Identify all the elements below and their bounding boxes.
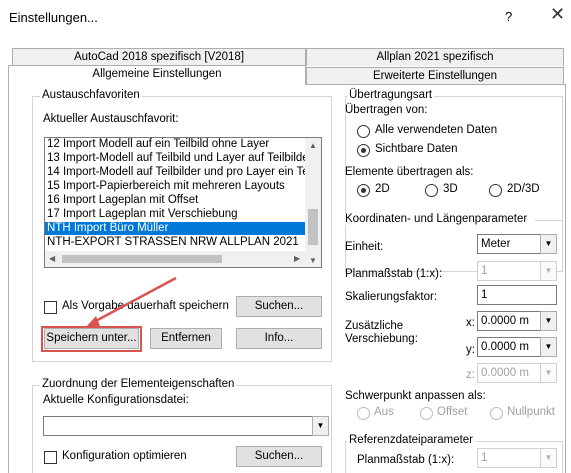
unit-label: Einheit:: [345, 241, 384, 253]
scale-value: 1: [481, 265, 488, 277]
unit-dropdown[interactable]: Meter ▼: [477, 234, 557, 254]
radio-visible-data-label: Sichtbare Daten: [375, 143, 458, 155]
radio-3d-label: 3D: [443, 183, 458, 195]
chevron-down-icon[interactable]: ▼: [540, 234, 557, 254]
z-shift-value: 0.0000 m: [481, 367, 529, 379]
radio-2d[interactable]: [357, 184, 370, 197]
radio-centroid-zero-label: Nullpunkt: [507, 406, 555, 418]
radio-centroid-off: [357, 407, 370, 420]
y-shift-input[interactable]: 0.0000 m ▼: [477, 337, 557, 357]
chevron-down-icon[interactable]: ▼: [312, 416, 329, 436]
koordinaten-divider: [535, 220, 563, 221]
factor-label: Skalierungsfaktor:: [345, 291, 438, 303]
centroid-label: Schwerpunkt anpassen als:: [345, 390, 486, 402]
koordinaten-title: Koordinaten- und Längenparameter: [343, 213, 530, 225]
shift-label: Zusätzliche Verschiebung:: [345, 320, 418, 345]
x-label: x:: [466, 317, 475, 329]
z-label: z:: [466, 369, 475, 381]
optimize-config-label: Konfiguration optimieren: [62, 450, 187, 462]
scale-dropdown: 1 ▼: [477, 261, 557, 281]
ref-scale-label: Planmaßstab (1:x):: [357, 454, 455, 466]
radio-2d3d-label: 2D/3D: [507, 183, 540, 195]
ref-scale-dropdown: 1 ▼: [477, 448, 557, 468]
radio-centroid-offset-label: Offset: [437, 406, 468, 418]
radio-centroid-zero: [490, 407, 503, 420]
transfer-from-label: Übertragen von:: [345, 104, 428, 116]
radio-2d3d[interactable]: [489, 184, 502, 197]
chevron-down-icon: ▼: [540, 448, 557, 468]
config-file-label: Aktuelle Konfigurationsdatei:: [43, 394, 189, 406]
elements-as-label: Elemente übertragen als:: [345, 166, 474, 178]
radio-3d[interactable]: [425, 184, 438, 197]
ref-scale-value: 1: [481, 452, 488, 464]
scale-label: Planmaßstab (1:x):: [345, 268, 443, 280]
tab-allgemeine-einstellungen[interactable]: Allgemeine Einstellungen: [8, 65, 306, 85]
optimize-config-checkbox[interactable]: [44, 451, 57, 464]
radio-all-data[interactable]: [357, 125, 370, 138]
zuordnung-title: Zuordnung der Elementeigenschaften: [40, 378, 237, 390]
x-shift-value: 0.0000 m: [481, 315, 529, 327]
chevron-down-icon: ▼: [540, 261, 557, 281]
config-file-dropdown[interactable]: ▼: [43, 416, 329, 436]
radio-centroid-off-label: Aus: [374, 406, 394, 418]
search-config-button[interactable]: Suchen...: [236, 446, 322, 467]
x-shift-input[interactable]: 0.0000 m ▼: [477, 311, 557, 331]
referenz-title: Referenzdateiparameter: [347, 434, 476, 446]
radio-visible-data[interactable]: [357, 144, 370, 157]
radio-all-data-label: Alle verwendeten Daten: [375, 124, 498, 136]
z-shift-input: 0.0000 m ▼: [477, 363, 557, 383]
uebertragungsart-title: Übertragungsart: [347, 89, 435, 101]
factor-value: 1: [481, 289, 488, 301]
factor-input[interactable]: 1: [477, 285, 557, 305]
y-shift-value: 0.0000 m: [481, 341, 529, 353]
unit-value: Meter: [481, 238, 511, 250]
radio-centroid-offset: [420, 407, 433, 420]
chevron-down-icon[interactable]: ▼: [540, 311, 557, 331]
radio-2d-label: 2D: [375, 183, 390, 195]
y-label: y:: [466, 344, 475, 356]
chevron-down-icon[interactable]: ▼: [540, 337, 557, 357]
chevron-down-icon: ▼: [540, 363, 557, 383]
